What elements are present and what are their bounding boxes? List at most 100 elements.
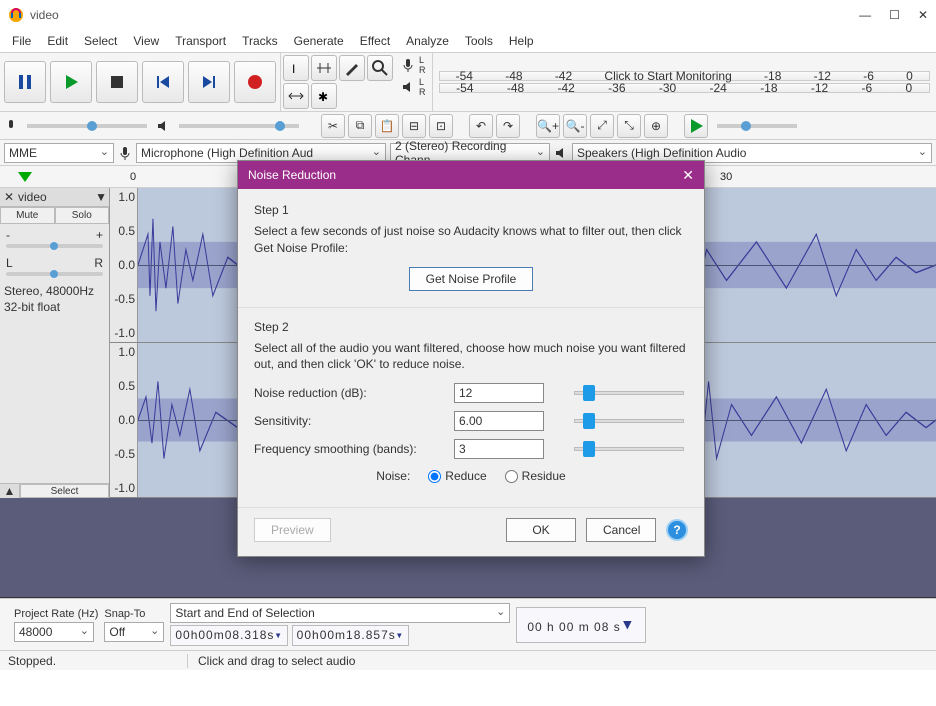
zoom-tool[interactable] bbox=[367, 55, 393, 81]
selection-end-time[interactable]: 00h00m18.857s▾ bbox=[292, 625, 409, 646]
cut-button[interactable]: ✂ bbox=[321, 114, 345, 138]
sensitivity-label: Sensitivity: bbox=[254, 414, 444, 428]
track-info: Stereo, 48000Hz32-bit float bbox=[0, 280, 109, 319]
play-at-speed-button[interactable] bbox=[684, 114, 708, 138]
sensitivity-input[interactable] bbox=[454, 411, 544, 431]
svg-text:✱: ✱ bbox=[318, 90, 328, 104]
timeline-tick: 0 bbox=[130, 171, 136, 183]
project-rate-combo[interactable]: 48000 bbox=[14, 622, 94, 642]
preview-button[interactable]: Preview bbox=[254, 518, 331, 542]
redo-button[interactable]: ↷ bbox=[496, 114, 520, 138]
frequency-smoothing-slider[interactable] bbox=[574, 447, 684, 451]
maximize-button[interactable]: ☐ bbox=[889, 8, 900, 22]
track-name[interactable]: video bbox=[18, 190, 93, 204]
frequency-smoothing-label: Frequency smoothing (bands): bbox=[254, 442, 444, 456]
play-volume-slider[interactable] bbox=[179, 124, 299, 128]
fit-selection-button[interactable]: ⤢ bbox=[590, 114, 614, 138]
playback-meter[interactable]: -54-48-42-36-30-24-18-12-60 bbox=[439, 83, 931, 93]
menu-generate[interactable]: Generate bbox=[294, 34, 344, 48]
close-button[interactable]: ✕ bbox=[918, 8, 928, 22]
sensitivity-slider[interactable] bbox=[574, 419, 684, 423]
noise-reduction-slider[interactable] bbox=[574, 391, 684, 395]
app-logo-icon bbox=[8, 7, 24, 23]
residue-radio[interactable]: Residue bbox=[505, 469, 566, 483]
pause-button[interactable] bbox=[4, 61, 46, 103]
track-close-button[interactable]: ✕ bbox=[2, 190, 16, 204]
frequency-smoothing-input[interactable] bbox=[454, 439, 544, 459]
project-rate-label: Project Rate (Hz) bbox=[14, 608, 98, 620]
mute-button[interactable]: Mute bbox=[0, 207, 55, 224]
audio-host-combo[interactable]: MME bbox=[4, 143, 114, 163]
mic-icon bbox=[4, 119, 18, 133]
step1-heading: Step 1 bbox=[254, 203, 688, 217]
get-noise-profile-button[interactable]: Get Noise Profile bbox=[409, 267, 534, 291]
track-select-button[interactable]: Select bbox=[20, 484, 109, 498]
mic-icon bbox=[401, 58, 415, 72]
cancel-button[interactable]: Cancel bbox=[586, 518, 656, 542]
snap-to-combo[interactable]: Off bbox=[104, 622, 164, 642]
ok-button[interactable]: OK bbox=[506, 518, 576, 542]
timeshift-tool[interactable] bbox=[283, 83, 309, 109]
selection-tool[interactable]: I bbox=[283, 55, 309, 81]
paste-button[interactable]: 📋 bbox=[375, 114, 399, 138]
amplitude-scale: 1.00.50.0-0.5-1.0 bbox=[110, 343, 138, 497]
menu-tracks[interactable]: Tracks bbox=[242, 34, 278, 48]
statusbar: Stopped. Click and drag to select audio bbox=[0, 650, 936, 670]
step1-text: Select a few seconds of just noise so Au… bbox=[254, 223, 688, 257]
timeline-tick: 30 bbox=[720, 171, 732, 183]
multi-tool[interactable]: ✱ bbox=[311, 83, 337, 109]
zoom-in-button[interactable]: 🔍+ bbox=[536, 114, 560, 138]
collapse-button[interactable]: ▲ bbox=[0, 484, 20, 498]
track-menu-button[interactable]: ▼ bbox=[95, 190, 107, 204]
copy-button[interactable]: ⧉ bbox=[348, 114, 372, 138]
skip-start-button[interactable] bbox=[142, 61, 184, 103]
trim-button[interactable]: ⊟ bbox=[402, 114, 426, 138]
selection-start-time[interactable]: 00h00m08.318s▾ bbox=[170, 625, 287, 646]
reduce-radio[interactable]: Reduce bbox=[428, 469, 486, 483]
menu-help[interactable]: Help bbox=[509, 34, 534, 48]
record-button[interactable] bbox=[234, 61, 276, 103]
edit-toolbar: ✂ ⧉ 📋 ⊟ ⊡ ↶ ↷ 🔍+ 🔍- ⤢ ⤡ ⊕ bbox=[0, 112, 936, 140]
fit-project-button[interactable]: ⤡ bbox=[617, 114, 641, 138]
zoom-out-button[interactable]: 🔍- bbox=[563, 114, 587, 138]
menu-analyze[interactable]: Analyze bbox=[406, 34, 449, 48]
gain-slider[interactable]: - + bbox=[0, 224, 109, 252]
help-button[interactable]: ? bbox=[666, 519, 688, 541]
tools-grid: I ✱ bbox=[281, 53, 395, 111]
noise-reduction-dialog: Noise Reduction ✕ Step 1 Select a few se… bbox=[237, 160, 705, 557]
selection-format-combo[interactable]: Start and End of Selection bbox=[170, 603, 510, 623]
menu-view[interactable]: View bbox=[133, 34, 159, 48]
play-button[interactable] bbox=[50, 61, 92, 103]
amplitude-scale: 1.00.50.0-0.5-1.0 bbox=[110, 188, 138, 342]
envelope-tool[interactable] bbox=[311, 55, 337, 81]
transport-toolbar: I ✱ LR LR -54-48-42Click to Start Monito… bbox=[0, 52, 936, 112]
solo-button[interactable]: Solo bbox=[55, 207, 110, 224]
play-cursor-icon bbox=[18, 172, 32, 182]
zoom-toggle-button[interactable]: ⊕ bbox=[644, 114, 668, 138]
menu-effect[interactable]: Effect bbox=[360, 34, 390, 48]
menu-edit[interactable]: Edit bbox=[47, 34, 68, 48]
stop-button[interactable] bbox=[96, 61, 138, 103]
audio-position-time[interactable]: 00 h 00 m 08 s▾ bbox=[516, 607, 646, 643]
pan-slider[interactable]: L R bbox=[0, 252, 109, 280]
menu-file[interactable]: File bbox=[12, 34, 31, 48]
menu-tools[interactable]: Tools bbox=[465, 34, 493, 48]
step2-heading: Step 2 bbox=[254, 320, 688, 334]
recording-meter[interactable]: -54-48-42Click to Start Monitoring-18-12… bbox=[439, 71, 931, 81]
undo-button[interactable]: ↶ bbox=[469, 114, 493, 138]
silence-button[interactable]: ⊡ bbox=[429, 114, 453, 138]
svg-text:I: I bbox=[292, 62, 295, 76]
dialog-title: Noise Reduction bbox=[248, 168, 682, 182]
draw-tool[interactable] bbox=[339, 55, 365, 81]
skip-end-button[interactable] bbox=[188, 61, 230, 103]
playback-speed-slider[interactable] bbox=[717, 124, 797, 128]
menu-select[interactable]: Select bbox=[84, 34, 117, 48]
rec-volume-slider[interactable] bbox=[27, 124, 147, 128]
menu-transport[interactable]: Transport bbox=[175, 34, 226, 48]
track-control-panel: ✕ video ▼ Mute Solo - + L R Stereo, 4800… bbox=[0, 188, 110, 498]
noise-reduction-input[interactable] bbox=[454, 383, 544, 403]
step2-text: Select all of the audio you want filtere… bbox=[254, 340, 688, 374]
minimize-button[interactable]: — bbox=[859, 8, 871, 22]
meters: -54-48-42Click to Start Monitoring-18-12… bbox=[433, 53, 936, 111]
dialog-close-button[interactable]: ✕ bbox=[682, 167, 694, 184]
